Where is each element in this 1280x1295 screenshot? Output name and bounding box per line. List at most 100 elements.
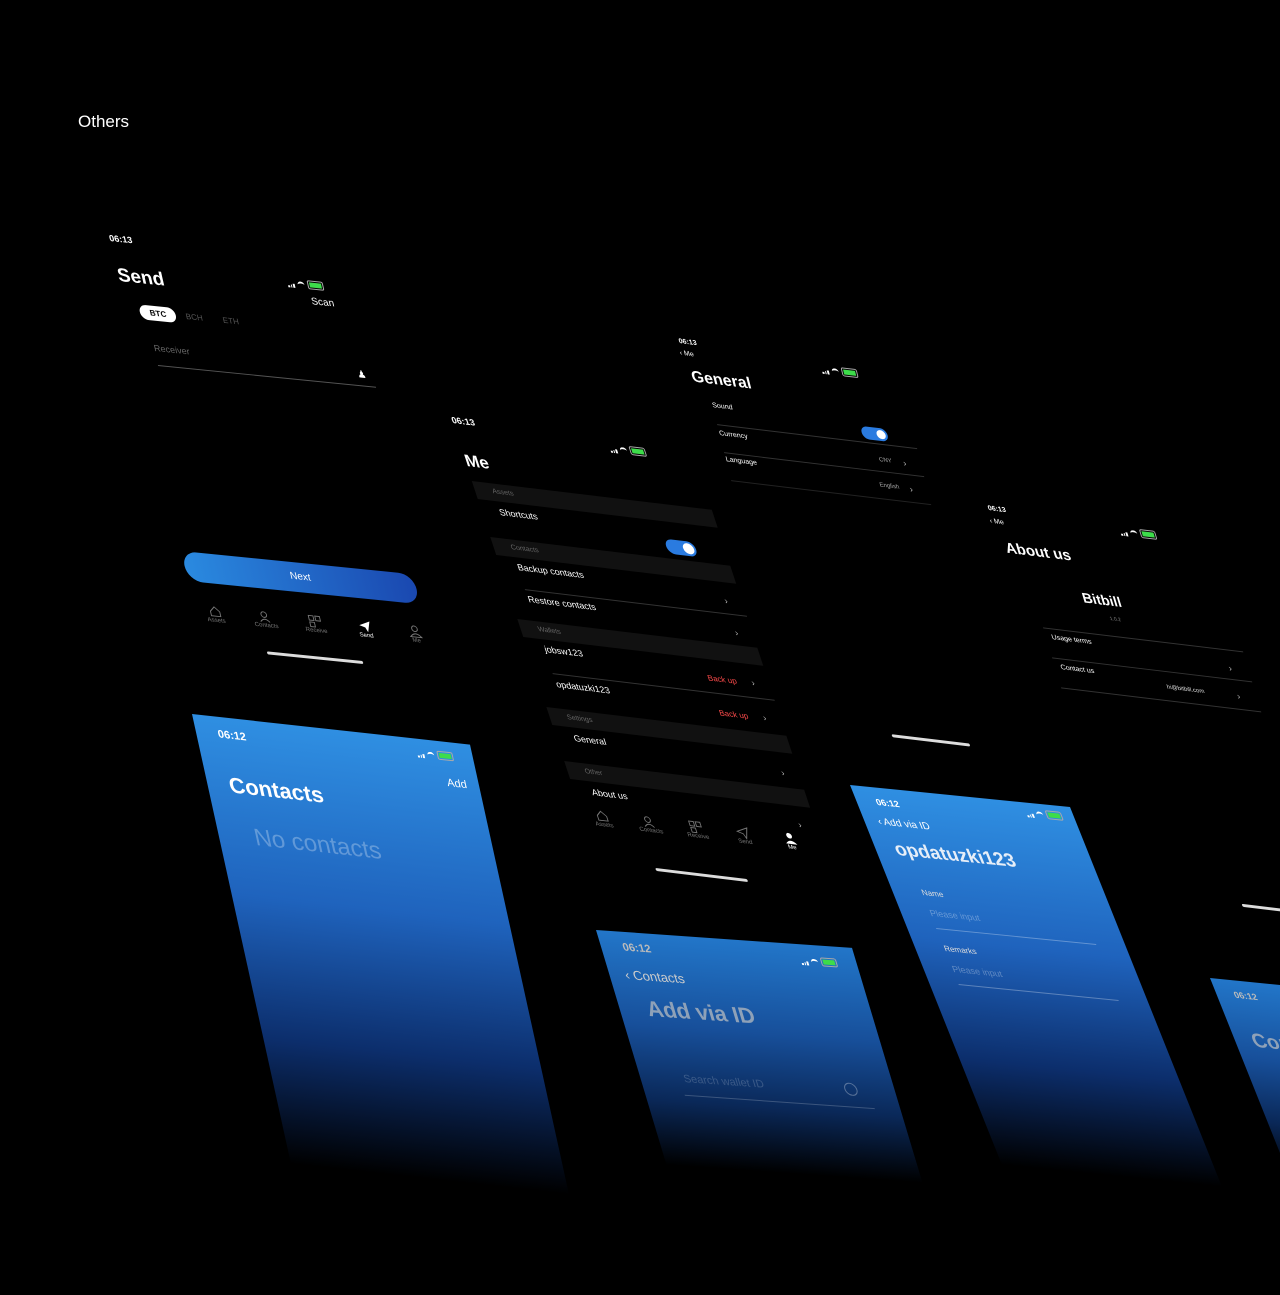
home-indicator bbox=[1241, 903, 1280, 917]
chevron-right-icon: › bbox=[796, 819, 804, 830]
tab-label: Send bbox=[737, 838, 754, 847]
search-underline bbox=[684, 1094, 875, 1110]
back-label: Add via ID bbox=[881, 816, 933, 833]
tab-bar: Assets Contacts Receive Send Me bbox=[579, 807, 813, 853]
language-item[interactable]: Language bbox=[725, 456, 758, 467]
section-settings: Settings bbox=[546, 707, 793, 754]
home-indicator bbox=[266, 651, 364, 664]
battery-icon bbox=[627, 445, 647, 457]
tab-contacts[interactable]: Contacts bbox=[626, 813, 672, 837]
chevron-right-icon: › bbox=[908, 484, 915, 495]
wallet-backup-link[interactable]: Back up bbox=[718, 708, 750, 720]
coin-tab-eth[interactable]: ETH bbox=[222, 316, 240, 327]
usage-terms-item[interactable]: Usage terms bbox=[1051, 634, 1093, 646]
page-title: Add via ID bbox=[643, 995, 759, 1029]
page-title: Contacts bbox=[1248, 1029, 1280, 1061]
battery-icon bbox=[1043, 810, 1064, 821]
tab-receive[interactable]: Receive bbox=[673, 818, 719, 842]
person-icon bbox=[409, 625, 423, 639]
currency-item[interactable]: Currency bbox=[719, 430, 749, 440]
general-item[interactable]: General bbox=[572, 733, 607, 747]
page-title: Contacts bbox=[226, 772, 326, 808]
shortcuts-toggle[interactable] bbox=[663, 538, 699, 558]
about-us-item[interactable]: About us bbox=[590, 787, 629, 801]
divider bbox=[1061, 687, 1262, 713]
back-button[interactable]: ‹ Me bbox=[989, 518, 1005, 527]
add-contact-button[interactable]: Add bbox=[446, 777, 468, 791]
name-underline bbox=[936, 928, 1097, 945]
search-wallet-id-input[interactable]: Search wallet ID bbox=[682, 1073, 766, 1091]
person-icon bbox=[785, 832, 797, 845]
contact-picker-icon[interactable]: ♟ bbox=[356, 369, 367, 381]
page-title: Send bbox=[115, 265, 167, 291]
back-button[interactable]: ‹ Contacts bbox=[623, 967, 687, 986]
wallet-name[interactable]: jobsw123 bbox=[543, 644, 584, 659]
divider bbox=[731, 480, 932, 506]
signal-icon bbox=[610, 449, 618, 454]
coin-tab-bch[interactable]: BCH bbox=[185, 312, 204, 323]
wifi-icon bbox=[1128, 529, 1138, 538]
tab-label: Me bbox=[411, 637, 422, 645]
tab-label: Receive bbox=[305, 626, 329, 636]
status-icons bbox=[1024, 808, 1064, 821]
name-input[interactable]: Please input bbox=[928, 908, 982, 923]
app-name: Bitbill bbox=[1079, 589, 1124, 611]
tab-label: Send bbox=[359, 632, 375, 640]
add-via-id-screen: 06:12 ‹ Contacts Add via ID Search walle… bbox=[596, 930, 923, 1183]
battery-icon bbox=[435, 750, 454, 762]
language-value: English bbox=[879, 482, 901, 491]
chevron-right-icon: › bbox=[722, 595, 730, 606]
back-label: Me bbox=[993, 518, 1006, 527]
scan-button[interactable]: Scan bbox=[310, 296, 335, 309]
wallet-backup-link[interactable]: Back up bbox=[706, 673, 738, 685]
tab-label: Contacts bbox=[638, 826, 665, 836]
contacts-screen: 06:12 Add Contacts No contacts bbox=[192, 714, 569, 1195]
status-time: 06:12 bbox=[216, 728, 248, 744]
wifi-icon bbox=[426, 751, 435, 760]
section-wallets: Wallets bbox=[517, 619, 764, 666]
contact-us-item[interactable]: Contact us bbox=[1060, 664, 1096, 675]
send-screen: 06:13 Send Scan BTC BCH ETH Receiver ♟ N… bbox=[108, 233, 509, 703]
chevron-right-icon: › bbox=[1235, 691, 1242, 702]
receiver-underline bbox=[157, 365, 377, 388]
battery-icon bbox=[819, 957, 838, 968]
next-button-label: Next bbox=[288, 570, 313, 584]
tab-label: Contacts bbox=[254, 621, 280, 631]
tab-assets[interactable]: Assets bbox=[193, 603, 237, 626]
app-version: 1.0.2 bbox=[1109, 616, 1122, 624]
tab-assets[interactable]: Assets bbox=[579, 807, 625, 831]
contact-email[interactable]: hi@bitbill.com bbox=[1166, 685, 1205, 695]
section-other: Other bbox=[564, 761, 811, 808]
status-time: 06:13 bbox=[987, 505, 1008, 515]
receiver-input[interactable]: Receiver bbox=[153, 343, 191, 357]
tab-receive[interactable]: Receive bbox=[293, 613, 337, 636]
next-button[interactable]: Next bbox=[181, 551, 421, 605]
back-button[interactable]: ‹ Me bbox=[679, 350, 695, 359]
tab-send[interactable]: Send bbox=[343, 618, 387, 641]
back-button[interactable]: ‹ Add via ID bbox=[876, 816, 932, 832]
status-time: 06:13 bbox=[450, 415, 477, 428]
tab-me[interactable]: Me bbox=[393, 623, 437, 646]
chevron-right-icon: › bbox=[733, 627, 740, 638]
tab-me[interactable]: Me bbox=[767, 830, 813, 854]
status-icons bbox=[286, 278, 325, 291]
sound-toggle[interactable] bbox=[860, 425, 890, 442]
signal-icon bbox=[1120, 532, 1128, 537]
coin-tab-btc[interactable]: BTC bbox=[138, 304, 179, 324]
status-time: 06:12 bbox=[1232, 989, 1260, 1003]
chevron-right-icon: › bbox=[749, 677, 757, 688]
tab-bar: Assets Contacts Receive Send Me bbox=[193, 603, 437, 646]
name-label: Name bbox=[920, 888, 945, 900]
tab-label: Assets bbox=[594, 821, 615, 830]
battery-icon bbox=[305, 280, 325, 291]
status-icons bbox=[821, 365, 859, 379]
status-icons bbox=[1119, 527, 1157, 540]
tab-contacts[interactable]: Contacts bbox=[243, 608, 287, 631]
chevron-right-icon: › bbox=[1227, 663, 1234, 674]
remarks-input[interactable]: Please input bbox=[950, 964, 1004, 979]
search-icon[interactable] bbox=[842, 1082, 860, 1097]
page-title: General bbox=[689, 368, 754, 393]
backup-contacts-item[interactable]: Backup contacts bbox=[516, 562, 585, 580]
tab-send[interactable]: Send bbox=[720, 824, 766, 848]
wallet-name[interactable]: opdatuzki123 bbox=[554, 679, 611, 695]
